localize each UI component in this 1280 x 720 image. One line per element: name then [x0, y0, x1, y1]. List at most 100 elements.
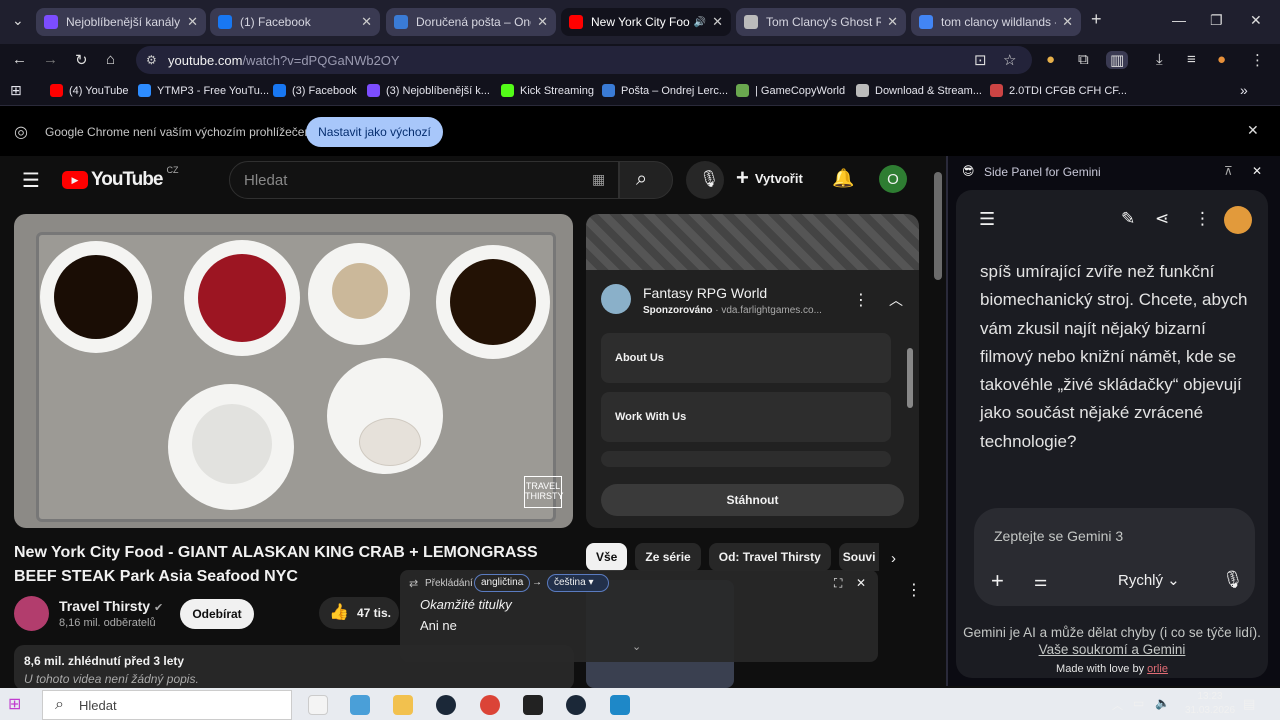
gemini-input[interactable]: Zeptejte se Gemini 3 + ⚌ Rychlý ⌄ 🎙	[974, 508, 1255, 606]
hamburger-menu-icon[interactable]: ☰	[22, 168, 40, 193]
tab-search-icon[interactable]: ⌄	[12, 12, 24, 29]
media-control-icon[interactable]: ≡	[1187, 51, 1196, 68]
tab-close-icon[interactable]: ✕	[712, 14, 723, 30]
steam-icon[interactable]	[436, 695, 456, 715]
video-more-icon[interactable]: ⋮	[906, 580, 922, 600]
like-button[interactable]: 👍 47 tis.	[319, 597, 399, 629]
tab[interactable]: Doručená pošta – Ondre ✕	[386, 8, 556, 36]
translate-expand-chevron-icon[interactable]: ⌄	[632, 640, 641, 653]
tab-close-icon[interactable]: ✕	[887, 14, 898, 30]
tab[interactable]: (1) Facebook ✕	[210, 8, 380, 36]
gemini-more-icon[interactable]: ⋮	[1194, 209, 1211, 229]
more-bookmarks-icon[interactable]: »	[1240, 82, 1248, 98]
reload-icon[interactable]: ↻	[75, 51, 88, 69]
search-input[interactable]: Hledat	[229, 161, 619, 199]
taskbar-app-icon[interactable]	[308, 695, 328, 715]
bookmark-item[interactable]: | GameCopyWorld	[736, 84, 845, 97]
video-player[interactable]: TRAVEL THIRSTY	[14, 214, 573, 528]
chip-related[interactable]: Souvi	[838, 543, 879, 571]
volume-icon[interactable]: 🔈	[1155, 696, 1170, 710]
minimize-icon[interactable]: —	[1172, 12, 1186, 28]
gemini-avatar[interactable]	[1224, 206, 1252, 234]
page-scrollbar[interactable]	[934, 172, 942, 280]
forward-icon[interactable]: →	[43, 51, 58, 68]
channel-name[interactable]: Travel Thirsty ✔	[59, 598, 163, 614]
bookmark-item[interactable]: (4) YouTube	[50, 84, 129, 97]
share-icon[interactable]: ⋖	[1155, 209, 1169, 229]
youtube-logo[interactable]: ▶ YouTube CZ	[62, 165, 178, 191]
side-panel-icon[interactable]: ▥	[1106, 51, 1129, 69]
notifications-icon[interactable]: ▤	[1243, 696, 1255, 712]
taskbar-app-icon[interactable]	[523, 695, 543, 715]
maximize-icon[interactable]: ❐	[1210, 12, 1223, 29]
network-icon[interactable]: ▭	[1133, 696, 1144, 710]
install-icon[interactable]: ⊡	[974, 51, 987, 69]
chip-all[interactable]: Vše	[586, 543, 628, 571]
ad-link-partial[interactable]	[601, 451, 891, 467]
target-language[interactable]: čeština ▾	[547, 574, 609, 592]
address-bar[interactable]: ⚙ youtube.com/watch?v=dPQGaNWb2OY	[136, 46, 1032, 74]
tab-close-icon[interactable]: ✕	[1062, 14, 1073, 30]
ad-link-work[interactable]: Work With Us	[601, 392, 891, 442]
chips-next-icon[interactable]: ›	[891, 550, 896, 567]
tab[interactable]: Nejoblíbenější kanály - T ✕	[36, 8, 206, 36]
close-window-icon[interactable]: ✕	[1250, 12, 1262, 29]
infobar-close-icon[interactable]: ✕	[1247, 122, 1259, 139]
model-selector[interactable]: Rychlý ⌄	[1118, 571, 1180, 589]
bookmark-item[interactable]: Kick Streaming	[501, 84, 594, 97]
taskbar-app-icon[interactable]	[610, 695, 630, 715]
subscribe-button[interactable]: Odebírat	[180, 599, 254, 629]
channel-avatar[interactable]	[14, 596, 49, 631]
clock[interactable]: 13:23 31.03.2026	[1180, 690, 1240, 718]
translate-close-icon[interactable]: ✕	[856, 576, 866, 590]
bookmark-star-icon[interactable]: ☆	[1003, 51, 1016, 69]
source-language[interactable]: angličtina	[474, 574, 531, 592]
bookmark-item[interactable]: (3) Facebook	[273, 84, 357, 97]
chrome-taskbar-icon[interactable]	[480, 695, 500, 715]
home-icon[interactable]: ⌂	[106, 51, 115, 68]
side-panel-close-icon[interactable]: ✕	[1252, 164, 1262, 178]
ad-scrollbar[interactable]	[907, 348, 913, 408]
tab-close-icon[interactable]: ✕	[361, 14, 372, 30]
ad-link-about[interactable]: About Us	[601, 333, 891, 383]
bookmark-item[interactable]: Pošta – Ondrej Lerc...	[602, 84, 728, 97]
ad-name[interactable]: Fantasy RPG World	[643, 285, 767, 301]
chip-series[interactable]: Ze série	[635, 543, 701, 571]
extension-icon[interactable]: ●	[1046, 51, 1055, 68]
tab-close-icon[interactable]: ✕	[537, 14, 548, 30]
file-explorer-icon[interactable]	[393, 695, 413, 715]
create-button[interactable]: + Vytvořit	[736, 167, 803, 189]
keyboard-icon[interactable]: ▦	[592, 171, 605, 188]
set-default-button[interactable]: Nastavit jako výchozí	[306, 117, 443, 147]
new-tab-icon[interactable]: +	[1091, 9, 1102, 30]
tab[interactable]: tom clancy wildlands - ✕	[911, 8, 1081, 36]
gemini-menu-icon[interactable]: ☰	[979, 209, 995, 230]
start-icon[interactable]: ⊞	[8, 694, 21, 714]
extensions-puzzle-icon[interactable]: ⧉	[1078, 51, 1089, 68]
search-button[interactable]: ⌕	[619, 161, 673, 199]
chip-from-channel[interactable]: Od: Travel Thirsty	[708, 543, 831, 571]
bookmark-item[interactable]: 2.0TDI CFGB CFH CF...	[990, 84, 1127, 97]
gemini-mic-icon[interactable]: 🎙	[1222, 570, 1244, 590]
site-info-icon[interactable]: ⚙	[146, 53, 157, 67]
author-link[interactable]: orlie	[1147, 663, 1168, 675]
steam-taskbar-icon[interactable]	[566, 695, 586, 715]
bookmark-item[interactable]: YTMP3 - Free YouTu...	[138, 84, 269, 97]
unpin-icon[interactable]: ⊼	[1224, 164, 1233, 178]
audio-playing-icon[interactable]: 🔊	[694, 17, 706, 28]
privacy-link[interactable]: Vaše soukromí a Gemini	[1039, 642, 1186, 657]
notifications-bell-icon[interactable]: 🔔	[832, 168, 854, 189]
expand-icon[interactable]: ⛶	[834, 576, 842, 591]
voice-search-button[interactable]: 🎙	[686, 161, 724, 199]
taskbar-search[interactable]: ⌕ Hledat	[42, 690, 292, 720]
apps-grid-icon[interactable]: ⊞	[10, 82, 22, 99]
tray-overflow-icon[interactable]: ︿	[1112, 697, 1123, 713]
taskbar-app-icon[interactable]	[350, 695, 370, 715]
downloads-icon[interactable]: ⤓	[1156, 51, 1163, 68]
tab[interactable]: Tom Clancy's Ghost Rec ✕	[736, 8, 906, 36]
back-icon[interactable]: ←	[12, 51, 27, 68]
tab-close-icon[interactable]: ✕	[187, 14, 198, 30]
bookmark-item[interactable]: (3) Nejoblíbenější k...	[367, 84, 490, 97]
download-button[interactable]: Stáhnout	[601, 484, 904, 516]
ad-collapse-icon[interactable]: ︿	[889, 290, 903, 310]
